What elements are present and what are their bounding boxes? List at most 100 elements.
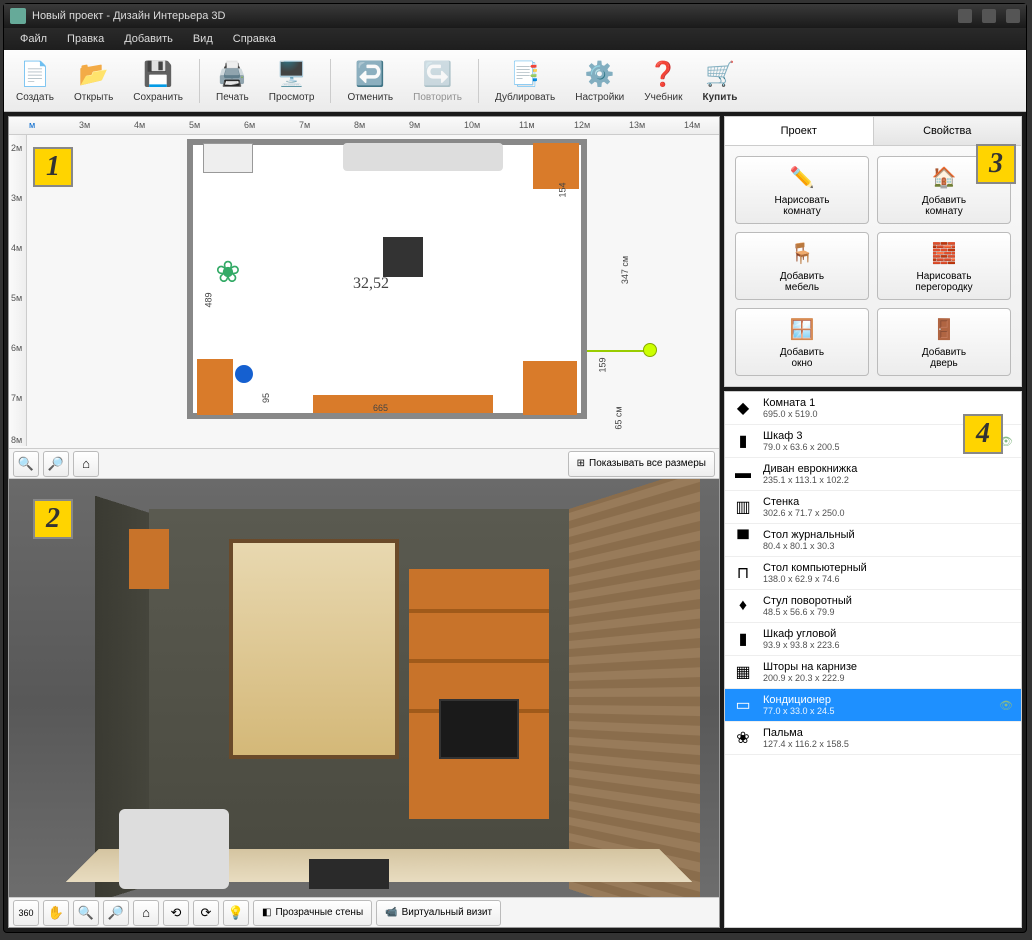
visibility-icon[interactable]: 👁: [999, 699, 1015, 712]
duplicate-button[interactable]: 📑Дублировать: [487, 57, 563, 105]
list-item[interactable]: ▀Стол журнальный80.4 x 80.1 x 30.3: [725, 524, 1021, 557]
object-name: Стол журнальный: [763, 529, 999, 541]
zoom-in-button[interactable]: 🔎: [43, 451, 69, 477]
menu-file[interactable]: Файл: [10, 30, 57, 48]
object-icon: ◆: [731, 396, 755, 420]
callout-2: 2: [33, 499, 73, 539]
list-item[interactable]: ▥Стенка302.6 x 71.7 x 250.0: [725, 491, 1021, 524]
callout-3: 3: [976, 144, 1016, 184]
pan-button[interactable]: ✋: [43, 900, 69, 926]
list-item[interactable]: ▭Кондиционер77.0 x 33.0 x 24.5👁: [725, 689, 1021, 722]
selection-handle[interactable]: [643, 343, 657, 357]
list-item[interactable]: ♦Стул поворотный48.5 x 56.6 x 79.9: [725, 590, 1021, 623]
redo-button[interactable]: ↪️Повторить: [405, 57, 470, 105]
menu-edit[interactable]: Правка: [57, 30, 114, 48]
save-button[interactable]: 💾Сохранить: [125, 57, 191, 105]
zoom-out-button[interactable]: 🔍: [13, 451, 39, 477]
furniture-table[interactable]: [383, 237, 423, 277]
menu-help[interactable]: Справка: [223, 30, 286, 48]
redo-icon: ↪️: [422, 59, 454, 91]
furniture-chair[interactable]: [235, 365, 253, 383]
menubar: Файл Правка Добавить Вид Справка: [4, 28, 1026, 50]
help-button[interactable]: ❓Учебник: [636, 57, 690, 105]
tab-properties[interactable]: Свойства: [874, 117, 1022, 145]
draw-room-button[interactable]: ✏️Нарисовать комнату: [735, 156, 869, 224]
dimension-bl: 95: [261, 393, 271, 403]
menu-view[interactable]: Вид: [183, 30, 223, 48]
undo-icon: ↩️: [354, 59, 386, 91]
furniture-wall-unit[interactable]: [313, 395, 493, 413]
list-item[interactable]: ▬Диван еврокнижка235.1 x 113.1 x 102.2: [725, 458, 1021, 491]
plan-view[interactable]: 1 м 3м 4м 5м 6м 7м 8м 9м 10м 11м 12м 13м…: [9, 117, 719, 479]
object-name: Комната 1: [763, 397, 999, 409]
home-button[interactable]: ⌂: [73, 451, 99, 477]
add-window-button[interactable]: 🪟Добавить окно: [735, 308, 869, 376]
separator: [330, 59, 331, 103]
settings-button[interactable]: ⚙️Настройки: [567, 57, 632, 105]
object-dimensions: 80.4 x 80.1 x 30.3: [763, 541, 999, 551]
wall-icon: ◧: [262, 907, 271, 918]
object-name: Шкаф угловой: [763, 628, 999, 640]
rotate-360-button[interactable]: 360: [13, 900, 39, 926]
rotate-left-button[interactable]: ⟲: [163, 900, 189, 926]
open-button[interactable]: 📂Открыть: [66, 57, 121, 105]
virtual-tour-button[interactable]: 📹Виртуальный визит: [376, 900, 501, 926]
wardrobe-3d: [129, 529, 169, 589]
canvas-2d[interactable]: 582 32,52 ❀ 489 665 95 1: [27, 135, 719, 446]
furniture-desk[interactable]: [197, 359, 233, 415]
home-3d-button[interactable]: ⌂: [133, 900, 159, 926]
light-button[interactable]: 💡: [223, 900, 249, 926]
printer-icon: 🖨️: [216, 59, 248, 91]
dimension-top: 154: [558, 182, 568, 197]
show-dimensions-button[interactable]: ⊞Показывать все размеры: [568, 451, 715, 477]
zoom-in-3d-button[interactable]: 🔎: [103, 900, 129, 926]
buy-button[interactable]: 🛒Купить: [695, 57, 746, 105]
minimize-button[interactable]: [958, 9, 972, 23]
maximize-button[interactable]: [982, 9, 996, 23]
plan-toolbar: 🔍 🔎 ⌂ ⊞Показывать все размеры: [9, 448, 719, 478]
furniture-ac[interactable]: [203, 143, 253, 173]
object-icon: ▮: [731, 627, 755, 651]
close-button[interactable]: [1006, 9, 1020, 23]
object-list[interactable]: 4 ◆Комната 1695.0 x 519.0▮Шкаф 379.0 x 6…: [724, 391, 1022, 928]
view-3d[interactable]: 2 3: [9, 479, 719, 927]
create-button[interactable]: 📄Создать: [8, 57, 62, 105]
tv-3d: [439, 699, 519, 759]
shelf-3d: [409, 569, 549, 819]
dimension-left: 489: [204, 292, 214, 307]
brick-icon: 🧱: [930, 239, 958, 267]
door-icon: 🚪: [930, 315, 958, 343]
scene-3d[interactable]: [9, 479, 719, 927]
rotate-right-button[interactable]: ⟳: [193, 900, 219, 926]
furniture-sofa[interactable]: [343, 143, 503, 171]
dimension-br: 65 см: [614, 406, 624, 429]
list-item[interactable]: ⊓Стол компьютерный138.0 x 62.9 x 74.6: [725, 557, 1021, 590]
save-icon: 💾: [142, 59, 174, 91]
furniture-corner[interactable]: [523, 361, 577, 415]
zoom-out-3d-button[interactable]: 🔍: [73, 900, 99, 926]
callout-1: 1: [33, 147, 73, 187]
list-item[interactable]: ❀Пальма127.4 x 116.2 x 158.5: [725, 722, 1021, 755]
object-name: Стул поворотный: [763, 595, 999, 607]
separator: [199, 59, 200, 103]
object-icon: ▮: [731, 429, 755, 453]
new-file-icon: 📄: [19, 59, 51, 91]
add-door-button[interactable]: 🚪Добавить дверь: [877, 308, 1011, 376]
object-icon: ▥: [731, 495, 755, 519]
room-outline[interactable]: 582 32,52 ❀ 489 665 95 1: [187, 139, 587, 419]
print-button[interactable]: 🖨️Печать: [208, 57, 257, 105]
menu-add[interactable]: Добавить: [114, 30, 183, 48]
object-dimensions: 127.4 x 116.2 x 158.5: [763, 739, 999, 749]
preview-button[interactable]: 🖥️Просмотр: [261, 57, 323, 105]
cart-icon: 🛒: [704, 59, 736, 91]
list-item[interactable]: ▦Шторы на карнизе200.9 x 20.3 x 222.9: [725, 656, 1021, 689]
list-item[interactable]: ▮Шкаф угловой93.9 x 93.8 x 223.6: [725, 623, 1021, 656]
view3d-toolbar: 360 ✋ 🔍 🔎 ⌂ ⟲ ⟳ 💡 ◧Прозрачные стены 📹Вир…: [9, 897, 719, 927]
undo-button[interactable]: ↩️Отменить: [339, 57, 401, 105]
tab-project[interactable]: Проект: [725, 117, 874, 145]
transparent-walls-button[interactable]: ◧Прозрачные стены: [253, 900, 372, 926]
dimension-height: 347 см: [620, 256, 630, 284]
draw-wall-button[interactable]: 🧱Нарисовать перегородку: [877, 232, 1011, 300]
add-furniture-button[interactable]: 🪑Добавить мебель: [735, 232, 869, 300]
furniture-wardrobe[interactable]: [533, 143, 579, 189]
